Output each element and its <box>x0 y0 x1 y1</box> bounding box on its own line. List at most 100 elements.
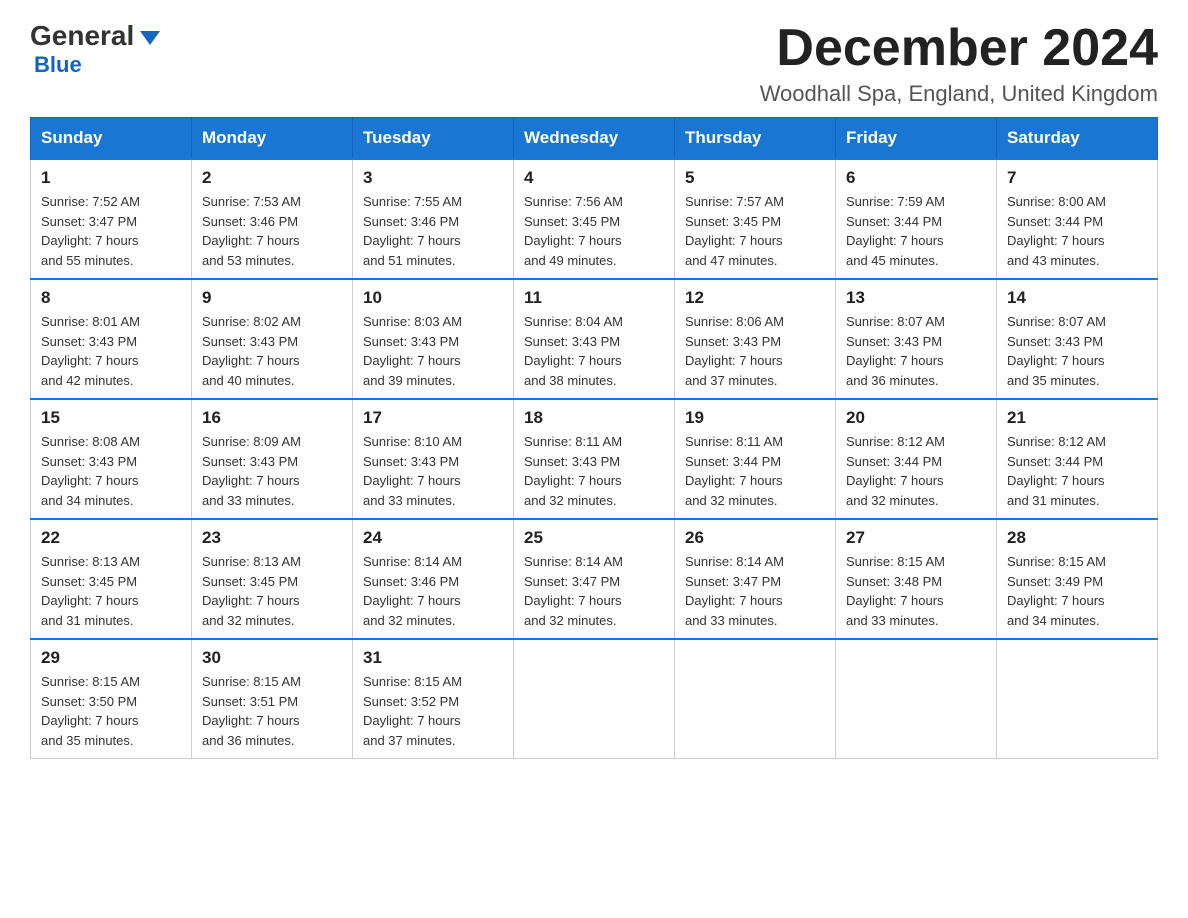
day-number: 27 <box>846 528 986 548</box>
day-info: Sunrise: 8:14 AMSunset: 3:46 PMDaylight:… <box>363 552 503 630</box>
calendar-cell: 28 Sunrise: 8:15 AMSunset: 3:49 PMDayligh… <box>997 519 1158 639</box>
day-number: 4 <box>524 168 664 188</box>
day-header-friday: Friday <box>836 118 997 160</box>
day-info: Sunrise: 8:07 AMSunset: 3:43 PMDaylight:… <box>846 312 986 390</box>
calendar-cell: 9 Sunrise: 8:02 AMSunset: 3:43 PMDaylight… <box>192 279 353 399</box>
day-header-tuesday: Tuesday <box>353 118 514 160</box>
calendar-cell: 13Sunrise: 8:07 AMSunset: 3:43 PMDayligh… <box>836 279 997 399</box>
logo-blue: Blue <box>34 52 82 78</box>
day-number: 19 <box>685 408 825 428</box>
day-number: 24 <box>363 528 503 548</box>
day-info: Sunrise: 8:00 AMSunset: 3:44 PMDaylight:… <box>1007 192 1147 270</box>
calendar-cell: 7 Sunrise: 8:00 AMSunset: 3:44 PMDaylight… <box>997 159 1158 279</box>
day-info: Sunrise: 8:03 AMSunset: 3:43 PMDaylight:… <box>363 312 503 390</box>
day-number: 25 <box>524 528 664 548</box>
day-header-saturday: Saturday <box>997 118 1158 160</box>
day-number: 5 <box>685 168 825 188</box>
day-info: Sunrise: 8:15 AMSunset: 3:52 PMDaylight:… <box>363 672 503 750</box>
day-number: 26 <box>685 528 825 548</box>
day-info: Sunrise: 8:07 AMSunset: 3:43 PMDaylight:… <box>1007 312 1147 390</box>
day-info: Sunrise: 8:02 AMSunset: 3:43 PMDaylight:… <box>202 312 342 390</box>
day-info: Sunrise: 8:12 AMSunset: 3:44 PMDaylight:… <box>846 432 986 510</box>
calendar-cell: 16 Sunrise: 8:09 AMSunset: 3:43 PMDayligh… <box>192 399 353 519</box>
day-number: 1 <box>41 168 181 188</box>
calendar-cell: 30Sunrise: 8:15 AMSunset: 3:51 PMDayligh… <box>192 639 353 759</box>
calendar-cell: 27 Sunrise: 8:15 AMSunset: 3:48 PMDayligh… <box>836 519 997 639</box>
day-info: Sunrise: 7:59 AMSunset: 3:44 PMDaylight:… <box>846 192 986 270</box>
calendar-week-row: 22Sunrise: 8:13 AMSunset: 3:45 PMDayligh… <box>31 519 1158 639</box>
day-number: 3 <box>363 168 503 188</box>
calendar-cell <box>675 639 836 759</box>
day-number: 20 <box>846 408 986 428</box>
calendar-cell: 22Sunrise: 8:13 AMSunset: 3:45 PMDayligh… <box>31 519 192 639</box>
day-header-monday: Monday <box>192 118 353 160</box>
calendar-cell: 8Sunrise: 8:01 AMSunset: 3:43 PMDaylight… <box>31 279 192 399</box>
calendar-cell <box>997 639 1158 759</box>
day-info: Sunrise: 7:56 AMSunset: 3:45 PMDaylight:… <box>524 192 664 270</box>
day-number: 16 <box>202 408 342 428</box>
day-number: 11 <box>524 288 664 308</box>
day-number: 28 <box>1007 528 1147 548</box>
calendar-cell: 10 Sunrise: 8:03 AMSunset: 3:43 PMDayligh… <box>353 279 514 399</box>
day-number: 31 <box>363 648 503 668</box>
calendar-cell: 20 Sunrise: 8:12 AMSunset: 3:44 PMDayligh… <box>836 399 997 519</box>
day-number: 17 <box>363 408 503 428</box>
day-number: 12 <box>685 288 825 308</box>
calendar-cell: 18 Sunrise: 8:11 AMSunset: 3:43 PMDayligh… <box>514 399 675 519</box>
calendar-cell: 6 Sunrise: 7:59 AMSunset: 3:44 PMDaylight… <box>836 159 997 279</box>
calendar-week-row: 15Sunrise: 8:08 AMSunset: 3:43 PMDayligh… <box>31 399 1158 519</box>
day-info: Sunrise: 8:04 AMSunset: 3:43 PMDaylight:… <box>524 312 664 390</box>
title-area: December 2024 Woodhall Spa, England, Uni… <box>760 20 1158 107</box>
calendar-cell: 26 Sunrise: 8:14 AMSunset: 3:47 PMDayligh… <box>675 519 836 639</box>
calendar-cell: 21Sunrise: 8:12 AMSunset: 3:44 PMDayligh… <box>997 399 1158 519</box>
day-info: Sunrise: 8:08 AMSunset: 3:43 PMDaylight:… <box>41 432 181 510</box>
day-number: 9 <box>202 288 342 308</box>
day-info: Sunrise: 8:14 AMSunset: 3:47 PMDaylight:… <box>685 552 825 630</box>
calendar-cell: 12 Sunrise: 8:06 AMSunset: 3:43 PMDayligh… <box>675 279 836 399</box>
calendar-week-row: 29 Sunrise: 8:15 AMSunset: 3:50 PMDayligh… <box>31 639 1158 759</box>
day-number: 8 <box>41 288 181 308</box>
day-info: Sunrise: 8:09 AMSunset: 3:43 PMDaylight:… <box>202 432 342 510</box>
day-header-thursday: Thursday <box>675 118 836 160</box>
day-number: 2 <box>202 168 342 188</box>
calendar-week-row: 8Sunrise: 8:01 AMSunset: 3:43 PMDaylight… <box>31 279 1158 399</box>
day-info: Sunrise: 8:15 AMSunset: 3:49 PMDaylight:… <box>1007 552 1147 630</box>
calendar-cell: 3 Sunrise: 7:55 AMSunset: 3:46 PMDaylight… <box>353 159 514 279</box>
day-number: 18 <box>524 408 664 428</box>
day-info: Sunrise: 8:15 AMSunset: 3:50 PMDaylight:… <box>41 672 181 750</box>
calendar-cell: 4 Sunrise: 7:56 AMSunset: 3:45 PMDaylight… <box>514 159 675 279</box>
calendar-cell: 17 Sunrise: 8:10 AMSunset: 3:43 PMDayligh… <box>353 399 514 519</box>
calendar-cell: 29 Sunrise: 8:15 AMSunset: 3:50 PMDayligh… <box>31 639 192 759</box>
calendar-cell: 11 Sunrise: 8:04 AMSunset: 3:43 PMDayligh… <box>514 279 675 399</box>
day-number: 10 <box>363 288 503 308</box>
calendar-cell: 15Sunrise: 8:08 AMSunset: 3:43 PMDayligh… <box>31 399 192 519</box>
day-header-sunday: Sunday <box>31 118 192 160</box>
calendar-cell: 1 Sunrise: 7:52 AMSunset: 3:47 PMDaylight… <box>31 159 192 279</box>
day-info: Sunrise: 8:13 AMSunset: 3:45 PMDaylight:… <box>202 552 342 630</box>
day-info: Sunrise: 7:55 AMSunset: 3:46 PMDaylight:… <box>363 192 503 270</box>
day-info: Sunrise: 8:14 AMSunset: 3:47 PMDaylight:… <box>524 552 664 630</box>
month-title: December 2024 <box>760 20 1158 77</box>
location: Woodhall Spa, England, United Kingdom <box>760 81 1158 107</box>
day-info: Sunrise: 8:11 AMSunset: 3:43 PMDaylight:… <box>524 432 664 510</box>
day-number: 23 <box>202 528 342 548</box>
calendar-header-row: SundayMondayTuesdayWednesdayThursdayFrid… <box>31 118 1158 160</box>
logo-triangle-icon <box>140 31 160 45</box>
day-info: Sunrise: 8:06 AMSunset: 3:43 PMDaylight:… <box>685 312 825 390</box>
calendar-cell: 23 Sunrise: 8:13 AMSunset: 3:45 PMDayligh… <box>192 519 353 639</box>
day-info: Sunrise: 7:52 AMSunset: 3:47 PMDaylight:… <box>41 192 181 270</box>
day-number: 7 <box>1007 168 1147 188</box>
day-info: Sunrise: 8:15 AMSunset: 3:48 PMDaylight:… <box>846 552 986 630</box>
calendar-table: SundayMondayTuesdayWednesdayThursdayFrid… <box>30 117 1158 759</box>
day-info: Sunrise: 8:11 AMSunset: 3:44 PMDaylight:… <box>685 432 825 510</box>
calendar-cell: 25 Sunrise: 8:14 AMSunset: 3:47 PMDayligh… <box>514 519 675 639</box>
day-number: 21 <box>1007 408 1147 428</box>
day-header-wednesday: Wednesday <box>514 118 675 160</box>
day-number: 29 <box>41 648 181 668</box>
header: General Blue December 2024 Woodhall Spa,… <box>30 20 1158 107</box>
day-number: 6 <box>846 168 986 188</box>
day-info: Sunrise: 8:10 AMSunset: 3:43 PMDaylight:… <box>363 432 503 510</box>
calendar-cell <box>836 639 997 759</box>
calendar-week-row: 1 Sunrise: 7:52 AMSunset: 3:47 PMDaylight… <box>31 159 1158 279</box>
day-info: Sunrise: 7:57 AMSunset: 3:45 PMDaylight:… <box>685 192 825 270</box>
